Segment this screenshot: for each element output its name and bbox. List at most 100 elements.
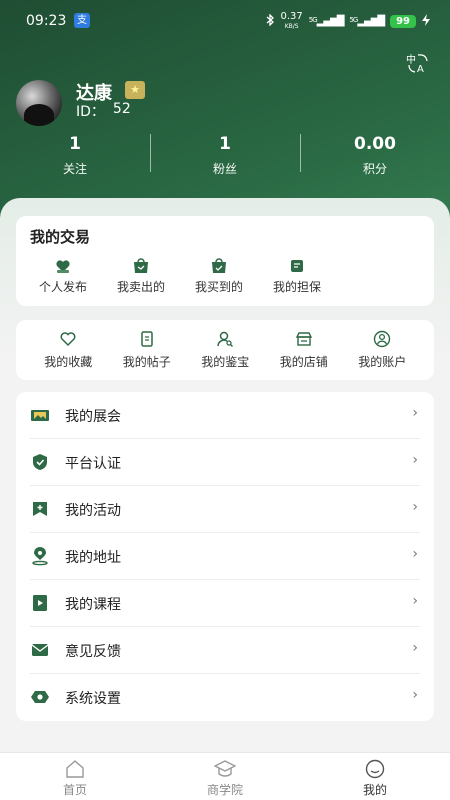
tab-home[interactable]: 首页 xyxy=(0,753,150,800)
menu-list-card: 我的展会 › 平台认证 › 我的活动 › 我的地址 › 我的课程 › 意见反馈 … xyxy=(16,392,434,721)
shield-icon xyxy=(30,452,50,472)
vip-badge-icon: ★ xyxy=(125,81,145,99)
chevron-right-icon: › xyxy=(412,593,418,609)
bluetooth-icon xyxy=(266,13,275,29)
trade-item-label: 我买到的 xyxy=(194,280,243,294)
chevron-right-icon: › xyxy=(412,687,418,703)
menu-item-label: 平台认证 xyxy=(65,456,121,472)
menu-item-exhibition[interactable]: 我的展会 › xyxy=(30,392,420,439)
trade-item-publish[interactable]: 个人发布 xyxy=(24,258,102,295)
tab-academy[interactable]: 商学院 xyxy=(150,753,300,800)
trade-items: 个人发布 我卖出的 我买到的 我的担保 xyxy=(24,258,336,295)
quick-item-shop[interactable]: 我的店铺 xyxy=(265,330,344,370)
account-icon xyxy=(373,330,391,348)
charging-icon xyxy=(422,14,430,29)
bought-icon xyxy=(210,258,228,274)
signal-label-1: 5G xyxy=(308,16,318,24)
user-id-value: 52 xyxy=(112,101,131,117)
course-icon xyxy=(30,593,50,613)
stat-following[interactable]: 1 关注 xyxy=(0,132,150,182)
stat-label: 粉丝 xyxy=(212,162,237,176)
menu-item-label: 我的地址 xyxy=(65,550,121,566)
trade-item-label: 我的担保 xyxy=(272,280,321,294)
menu-item-certification[interactable]: 平台认证 › xyxy=(30,439,420,486)
shop-icon xyxy=(295,330,313,348)
academy-icon xyxy=(213,759,237,779)
chevron-right-icon: › xyxy=(412,452,418,468)
quick-item-account[interactable]: 我的账户 xyxy=(343,330,422,370)
quick-item-posts[interactable]: 我的帖子 xyxy=(108,330,187,370)
quick-item-label: 我的账户 xyxy=(358,355,407,369)
activity-icon xyxy=(30,499,50,519)
chevron-right-icon: › xyxy=(412,405,418,421)
menu-item-label: 我的展会 xyxy=(65,409,121,425)
stat-fans[interactable]: 1 粉丝 xyxy=(150,132,300,182)
menu-item-activity[interactable]: 我的活动 › xyxy=(30,486,420,533)
appraisal-icon xyxy=(216,330,234,348)
user-id-label: ID： xyxy=(76,104,105,120)
trade-card: 我的交易 个人发布 我卖出的 我买到的 我的担保 xyxy=(16,216,434,306)
quick-items: 我的收藏 我的帖子 我的鉴宝 我的店铺 我的账户 xyxy=(29,330,422,370)
stats-row: 1 关注 1 粉丝 0.00 积分 xyxy=(0,132,450,182)
menu-item-feedback[interactable]: 意见反馈 › xyxy=(30,627,420,674)
settings-icon xyxy=(30,687,50,707)
sold-icon xyxy=(132,258,150,274)
signal-icon-2: 5G▂▄▆█ xyxy=(349,16,385,27)
battery-icon: 99 xyxy=(390,15,416,28)
tab-label: 我的 xyxy=(362,783,387,797)
bottom-tab-bar: 首页 商学院 我的 xyxy=(0,752,450,800)
menu-item-label: 我的课程 xyxy=(65,597,121,613)
menu-item-label: 意见反馈 xyxy=(65,644,121,660)
svg-text:A: A xyxy=(417,64,424,74)
quick-item-label: 我的帖子 xyxy=(122,355,171,369)
status-bar: 09:23 支 0.37 KB/S 5G▂▄▆█ 5G▂▄▆█ 99 xyxy=(0,0,450,42)
avatar[interactable] xyxy=(16,80,62,126)
stat-label: 积分 xyxy=(362,162,387,176)
quick-item-label: 我的店铺 xyxy=(279,355,328,369)
chevron-right-icon: › xyxy=(412,546,418,562)
signal-label-2: 5G xyxy=(349,16,358,24)
trade-title: 我的交易 xyxy=(30,228,91,246)
tab-label: 商学院 xyxy=(206,783,243,797)
location-icon xyxy=(30,546,50,566)
trade-item-guarantee[interactable]: 我的担保 xyxy=(258,258,336,295)
quick-item-label: 我的鉴宝 xyxy=(201,355,250,369)
heart-icon xyxy=(59,330,77,348)
menu-item-address[interactable]: 我的地址 › xyxy=(30,533,420,580)
profile-icon xyxy=(364,759,386,779)
trade-item-label: 我卖出的 xyxy=(116,280,165,294)
network-speed-value: 0.37 xyxy=(280,11,303,22)
chevron-right-icon: › xyxy=(412,640,418,656)
translate-icon[interactable]: 中 A xyxy=(406,52,430,75)
menu-item-label: 系统设置 xyxy=(65,691,121,707)
signal-icon-1: 5G▂▄▆█ xyxy=(308,16,345,27)
stat-label: 关注 xyxy=(62,162,87,176)
exhibition-icon xyxy=(30,405,50,425)
tab-label: 首页 xyxy=(62,783,87,797)
menu-item-label: 我的活动 xyxy=(65,503,121,519)
alipay-notification-icon: 支 xyxy=(74,13,90,28)
quick-item-favorites[interactable]: 我的收藏 xyxy=(29,330,108,370)
publish-icon xyxy=(54,258,72,274)
svg-text:中: 中 xyxy=(406,53,416,66)
stat-points[interactable]: 0.00 积分 xyxy=(300,132,450,182)
stat-value: 0.00 xyxy=(354,134,396,154)
quick-item-label: 我的收藏 xyxy=(44,355,93,369)
trade-item-label: 个人发布 xyxy=(38,280,87,294)
trade-item-sold[interactable]: 我卖出的 xyxy=(102,258,180,295)
quick-item-appraisal[interactable]: 我的鉴宝 xyxy=(186,330,265,370)
status-time: 09:23 xyxy=(26,13,67,29)
stat-value: 1 xyxy=(69,134,81,154)
menu-item-course[interactable]: 我的课程 › xyxy=(30,580,420,627)
chevron-right-icon: › xyxy=(412,499,418,515)
tab-mine[interactable]: 我的 xyxy=(300,753,450,800)
mail-icon xyxy=(30,640,50,660)
network-speed: 0.37 KB/S xyxy=(281,12,303,31)
home-icon xyxy=(64,759,86,779)
network-speed-unit: KB/S xyxy=(284,23,299,30)
document-icon xyxy=(138,330,156,348)
guarantee-icon xyxy=(288,258,306,274)
quick-actions-card: 我的收藏 我的帖子 我的鉴宝 我的店铺 我的账户 xyxy=(16,320,434,380)
menu-item-settings[interactable]: 系统设置 › xyxy=(30,674,420,721)
trade-item-bought[interactable]: 我买到的 xyxy=(180,258,258,295)
